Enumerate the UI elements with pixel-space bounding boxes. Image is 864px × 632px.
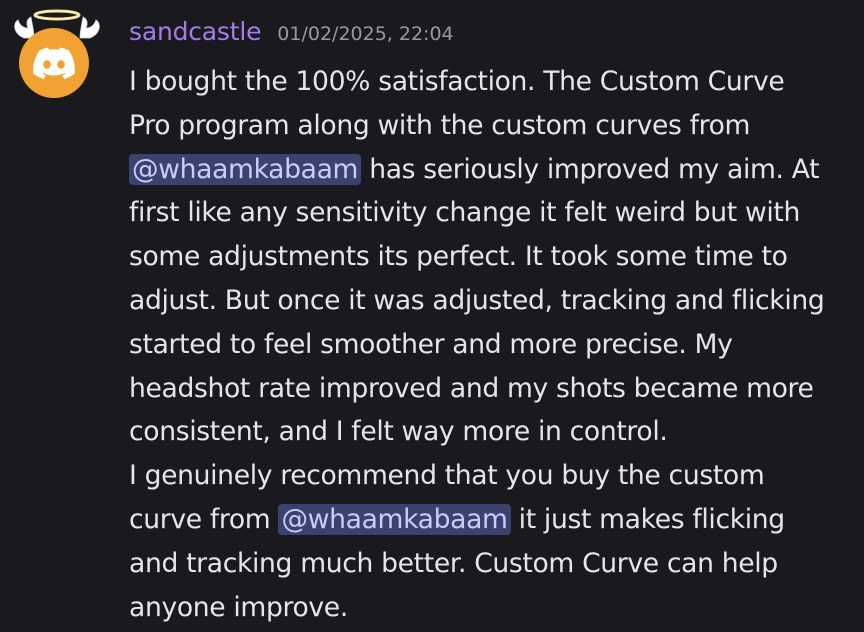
message-line: first like any sensitivity change it fel…: [129, 191, 857, 235]
user-mention[interactable]: @whaamkabaam: [129, 153, 362, 185]
message-text: I bought the 100% satisfaction. The Cust…: [129, 66, 785, 97]
timestamp[interactable]: 01/02/2025, 22:04: [277, 23, 453, 45]
message-line: and tracking much better. Custom Curve c…: [129, 542, 857, 586]
message-line: curve from @whaamkabaam it just makes fl…: [129, 498, 857, 542]
message-text: headshot rate improved and my shots beca…: [129, 372, 814, 404]
chat-message: sandcastle 01/02/2025, 22:04 I bought th…: [0, 0, 864, 632]
message-text: it just makes flicking: [510, 503, 786, 535]
message-text: Pro program along with the custom curves…: [129, 109, 751, 141]
avatar[interactable]: [19, 28, 89, 98]
message-line: Pro program along with the custom curves…: [129, 104, 857, 148]
avatar-with-decoration[interactable]: [10, 8, 106, 104]
message-line: I genuinely recommend that you buy the c…: [129, 454, 857, 498]
message-line: I bought the 100% satisfaction. The Cust…: [129, 60, 857, 104]
message-line: @whaamkabaam has seriously improved my a…: [129, 148, 857, 192]
discord-logo-icon: [33, 47, 75, 79]
message-text: I genuinely recommend that you buy the c…: [129, 460, 765, 492]
user-mention[interactable]: @whaamkabaam: [278, 503, 511, 535]
message-line: headshot rate improved and my shots beca…: [129, 367, 857, 411]
message-text: started to feel smoother and more precis…: [129, 328, 733, 360]
message-line: some adjustments its perfect. It took so…: [129, 235, 857, 279]
message-text: and tracking much better. Custom Curve c…: [129, 547, 778, 579]
message-line: started to feel smoother and more precis…: [129, 323, 857, 367]
message-text: adjust. But once it was adjusted, tracki…: [129, 284, 825, 316]
message-text: anyone improve.: [129, 591, 348, 623]
message-line: anyone improve.: [129, 586, 857, 630]
message-header: sandcastle 01/02/2025, 22:04: [129, 17, 454, 57]
message-line: adjust. But once it was adjusted, tracki…: [129, 279, 857, 323]
message-text: first like any sensitivity change it fel…: [129, 197, 801, 229]
message-content: I bought the 100% satisfaction. The Cust…: [129, 60, 857, 629]
username[interactable]: sandcastle: [129, 17, 261, 46]
message-text: consistent, and I felt way more in contr…: [129, 416, 668, 448]
message-line: consistent, and I felt way more in contr…: [129, 410, 857, 454]
message-text: some adjustments its perfect. It took so…: [129, 241, 788, 273]
message-text: curve from: [129, 503, 279, 535]
message-text: has seriously improved my aim. At: [361, 153, 820, 185]
